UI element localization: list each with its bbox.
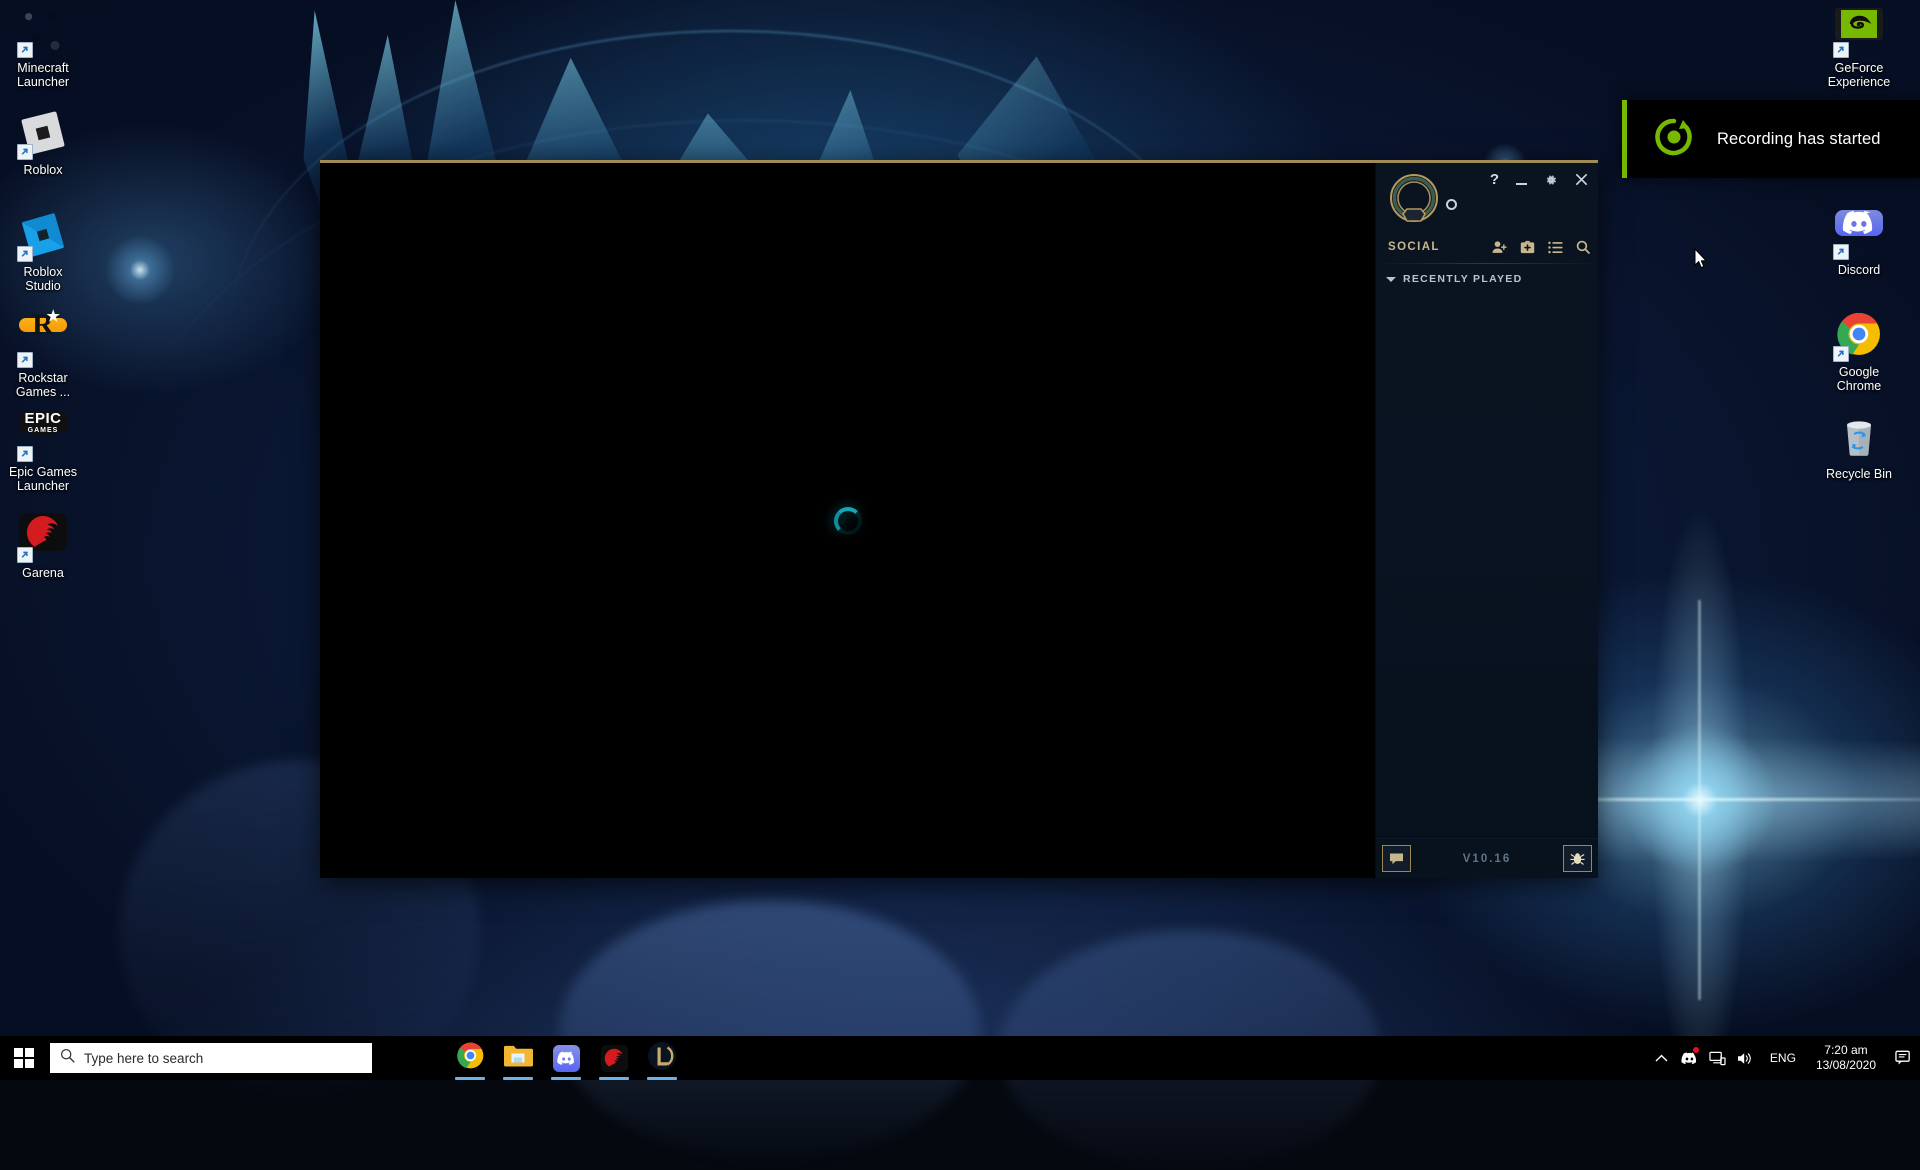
rockstar-games-icon: R★	[19, 318, 67, 366]
desktop-icon-discord[interactable]: Discord	[1816, 210, 1902, 277]
desktop-icon-label: Garena	[0, 566, 86, 580]
epic-games-launcher-icon: EPICGAMES	[19, 412, 67, 460]
desktop-icon-roblox-studio[interactable]: RobloxStudio	[0, 212, 86, 293]
shortcut-overlay-icon	[1833, 346, 1849, 362]
roblox-icon	[19, 110, 67, 158]
desktop-icon-label: RobloxStudio	[0, 265, 86, 293]
recycle-bin-icon	[1835, 414, 1883, 462]
desktop-icon-label: Roblox	[0, 163, 86, 177]
search-icon[interactable]	[1576, 240, 1590, 254]
desktop-icon-rockstar-games[interactable]: R★ RockstarGames ...	[0, 318, 86, 399]
loading-spinner	[834, 507, 862, 535]
availability-status-indicator[interactable]	[1446, 199, 1457, 210]
geforce-experience-icon	[1835, 8, 1883, 56]
taskbar[interactable]: Type here to search ENG	[0, 1036, 1920, 1080]
windows-start-icon[interactable]	[0, 1036, 48, 1080]
league-social-panel[interactable]: ? S	[1375, 163, 1598, 878]
geforce-record-icon	[1653, 116, 1695, 163]
taskbar-garena-icon	[601, 1045, 628, 1072]
clock[interactable]: 7:20 am 13/08/2020	[1806, 1043, 1886, 1073]
taskbar-league-icon	[647, 1041, 677, 1076]
shortcut-overlay-icon	[17, 446, 33, 462]
desktop-icon-label: RockstarGames ...	[0, 371, 86, 399]
help-button[interactable]: ?	[1490, 171, 1499, 188]
wallpaper-star	[100, 230, 180, 310]
desktop-icon-label: Discord	[1816, 263, 1902, 277]
shortcut-overlay-icon	[17, 352, 33, 368]
shortcut-overlay-icon	[17, 246, 33, 262]
shortcut-overlay-icon	[17, 144, 33, 160]
desktop-icon-label: Recycle Bin	[1816, 467, 1902, 481]
settings-button[interactable]	[1544, 173, 1558, 187]
chat-bubble-icon[interactable]	[1382, 845, 1411, 872]
taskbar-discord[interactable]	[542, 1036, 590, 1080]
geforce-recording-notification[interactable]: Recording has started	[1622, 100, 1920, 178]
google-chrome-icon	[1835, 312, 1883, 360]
taskbar-file-explorer-icon	[503, 1043, 533, 1073]
league-client-footer: V10.16	[1376, 838, 1598, 878]
taskbar-file-explorer[interactable]	[494, 1036, 542, 1080]
minecraft-launcher-icon	[19, 8, 67, 56]
system-tray[interactable]: ENG 7:20 am 13/08/2020	[1648, 1036, 1920, 1080]
mouse-cursor	[1694, 248, 1708, 270]
close-button[interactable]	[1575, 173, 1588, 186]
tray-discord-icon[interactable]	[1676, 1036, 1704, 1080]
garena-icon	[19, 513, 67, 561]
shortcut-overlay-icon	[1833, 42, 1849, 58]
search-input[interactable]: Type here to search	[50, 1043, 372, 1073]
taskbar-league[interactable]	[638, 1036, 686, 1080]
notification-text: Recording has started	[1717, 130, 1881, 149]
desktop-icon-label: MinecraftLauncher	[0, 61, 86, 89]
social-header-row: SOCIAL	[1376, 235, 1598, 259]
chevron-up-icon[interactable]	[1648, 1036, 1676, 1080]
taskbar-app-buttons	[446, 1036, 686, 1080]
desktop-icon-roblox[interactable]: Roblox	[0, 110, 86, 177]
notifications-icon[interactable]	[1886, 1036, 1920, 1080]
clock-date: 13/08/2020	[1816, 1058, 1876, 1073]
wallpaper-form	[560, 900, 980, 1160]
discord-icon	[1835, 210, 1883, 258]
bug-report-icon[interactable]	[1563, 845, 1592, 872]
league-client-content-area[interactable]	[320, 163, 1375, 878]
wallpaper-starburst	[1610, 710, 1790, 890]
desktop-icon-recycle-bin[interactable]: Recycle Bin	[1816, 414, 1902, 481]
notification-badge	[1692, 1046, 1700, 1054]
desktop-icon-epic-games-launcher[interactable]: EPICGAMES Epic GamesLauncher	[0, 412, 86, 493]
avatar[interactable]	[1388, 172, 1440, 228]
input-language-indicator[interactable]: ENG	[1760, 1051, 1806, 1065]
window-controls: ?	[1490, 171, 1588, 188]
taskbar-google-chrome[interactable]	[446, 1036, 494, 1080]
shortcut-overlay-icon	[17, 42, 33, 58]
taskbar-garena[interactable]	[590, 1036, 638, 1080]
minimize-button[interactable]	[1516, 175, 1527, 185]
desktop-icon-label: GeForceExperience	[1816, 61, 1902, 89]
taskbar-discord-icon	[553, 1045, 580, 1072]
shortcut-overlay-icon	[1833, 244, 1849, 260]
chevron-down-icon	[1386, 277, 1396, 282]
desktop-icon-label: Epic GamesLauncher	[0, 465, 86, 493]
social-header-label: SOCIAL	[1388, 241, 1492, 253]
desktop-icon-label: GoogleChrome	[1816, 365, 1902, 393]
clock-time: 7:20 am	[1824, 1043, 1867, 1058]
search-icon	[60, 1048, 75, 1068]
friend-list-icon[interactable]	[1548, 241, 1563, 254]
recently-played-section-toggle[interactable]: RECENTLY PLAYED	[1386, 273, 1522, 285]
roblox-studio-icon	[19, 212, 67, 260]
desktop-icon-garena[interactable]: Garena	[0, 513, 86, 580]
add-friend-icon[interactable]	[1492, 240, 1507, 254]
taskbar-google-chrome-icon	[457, 1042, 484, 1074]
recently-played-label: RECENTLY PLAYED	[1403, 273, 1522, 285]
tray-volume-icon[interactable]	[1732, 1036, 1760, 1080]
desktop-icon-minecraft-launcher[interactable]: MinecraftLauncher	[0, 8, 86, 89]
create-group-icon[interactable]	[1520, 240, 1535, 254]
league-client-window[interactable]: ? S	[320, 160, 1598, 878]
tray-network-icon[interactable]	[1704, 1036, 1732, 1080]
desktop-icon-google-chrome[interactable]: GoogleChrome	[1816, 312, 1902, 393]
client-version: V10.16	[1463, 853, 1511, 865]
search-placeholder: Type here to search	[84, 1051, 203, 1066]
desktop-icon-geforce-experience[interactable]: GeForceExperience	[1816, 8, 1902, 89]
social-divider	[1376, 263, 1598, 264]
shortcut-overlay-icon	[17, 547, 33, 563]
